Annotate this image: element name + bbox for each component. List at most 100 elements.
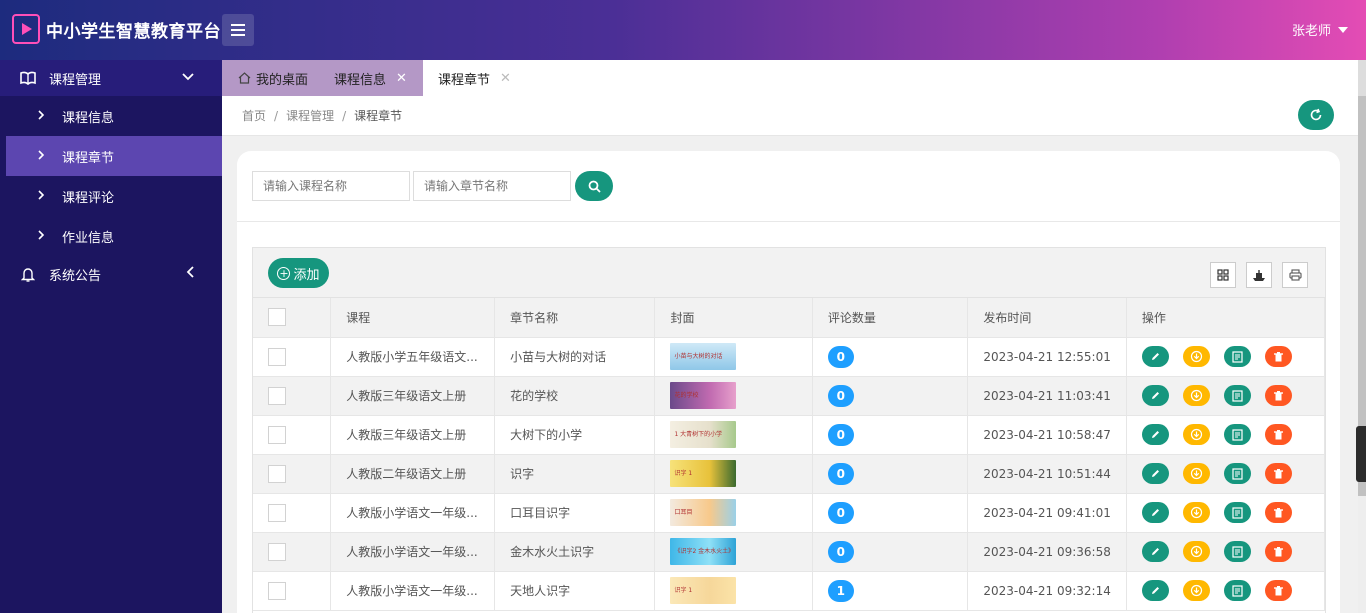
row-select-cell	[253, 454, 332, 494]
download-button[interactable]	[1182, 541, 1210, 562]
cover-thumbnail[interactable]: 《识字2 金木水火土》	[670, 538, 737, 565]
sidebar-group-course-management[interactable]: 课程管理	[0, 60, 222, 96]
trash-icon	[1273, 390, 1284, 402]
cell-comments: 0	[812, 532, 969, 572]
side-panel-handle[interactable]	[1356, 426, 1366, 482]
cell-comments: 0	[812, 415, 969, 455]
comment-count-badge: 0	[827, 423, 854, 446]
table-row[interactable]: 人教版三年级语文上册 大树下的小学 1 大青树下的小学 0 2023-04-21…	[253, 415, 1326, 455]
delete-button[interactable]	[1264, 580, 1292, 601]
menu-toggle-button[interactable]	[222, 14, 254, 46]
sidebar-item-course-chapter[interactable]: 课程章节	[6, 136, 222, 176]
cover-thumbnail[interactable]: 识字 1	[670, 577, 737, 604]
table-row[interactable]: 人教版二年级语文上册 识字 识字 1 0 2023-04-21 10:51:44	[253, 454, 1326, 494]
delete-button[interactable]	[1264, 424, 1292, 445]
export-button[interactable]	[1246, 262, 1272, 288]
cover-thumbnail[interactable]: 小苗与大树的对话	[670, 343, 737, 370]
select-all-checkbox[interactable]	[268, 308, 286, 327]
cover-thumbnail[interactable]: 1 大青树下的小学	[670, 421, 737, 448]
detail-button[interactable]	[1223, 580, 1251, 601]
user-menu[interactable]: 张老师	[1292, 20, 1348, 39]
cell-actions	[1126, 376, 1326, 416]
delete-button[interactable]	[1264, 463, 1292, 484]
content-card: + 添加	[237, 151, 1340, 613]
close-icon[interactable]: ✕	[396, 71, 407, 86]
tab-label: 课程信息	[334, 72, 387, 88]
edit-button[interactable]	[1141, 463, 1169, 484]
columns-filter-button[interactable]	[1210, 262, 1236, 288]
table-row[interactable]: 人教版小学五年级语文... 小苗与大树的对话 小苗与大树的对话 0 2023-0…	[253, 337, 1326, 377]
column-header-chapter[interactable]: 章节名称	[494, 298, 656, 338]
breadcrumb-home[interactable]: 首页	[242, 109, 266, 123]
logo[interactable]: 中小学生智慧教育平台	[12, 14, 221, 44]
cell-published: 2023-04-21 09:36:58	[967, 532, 1127, 572]
column-header-comments[interactable]: 评论数量	[812, 298, 969, 338]
page-scrollbar[interactable]	[1358, 96, 1366, 613]
delete-button[interactable]	[1264, 541, 1292, 562]
download-button[interactable]	[1182, 346, 1210, 367]
tab-my-desktop[interactable]: 我的桌面	[238, 60, 308, 96]
detail-button[interactable]	[1223, 502, 1251, 523]
cell-course: 人教版小学语文一年级...	[330, 532, 496, 572]
cover-thumbnail[interactable]: 口耳目	[670, 499, 737, 526]
table-row[interactable]: 人教版小学语文一年级... 口耳目识字 口耳目 0 2023-04-21 09:…	[253, 493, 1326, 533]
chapter-name-search-input[interactable]	[413, 171, 571, 201]
detail-button[interactable]	[1223, 541, 1251, 562]
edit-button[interactable]	[1141, 502, 1169, 523]
table-row[interactable]: 人教版小学语文一年级... 金木水火土识字 《识字2 金木水火土》 0 2023…	[253, 532, 1326, 572]
cell-chapter: 金木水火土识字	[494, 532, 656, 572]
tab-course-info[interactable]: 课程信息 ✕	[334, 60, 407, 96]
delete-button[interactable]	[1264, 502, 1292, 523]
course-name-search-input[interactable]	[252, 171, 410, 201]
tabbar-scrollbar[interactable]	[1358, 60, 1366, 96]
search-icon	[588, 180, 601, 193]
row-checkbox[interactable]	[268, 386, 286, 405]
detail-button[interactable]	[1223, 424, 1251, 445]
delete-button[interactable]	[1264, 385, 1292, 406]
column-header-cover[interactable]: 封面	[654, 298, 813, 338]
add-button[interactable]: + 添加	[268, 258, 329, 288]
sidebar-item-homework[interactable]: 作业信息	[0, 216, 222, 256]
download-button[interactable]	[1182, 463, 1210, 484]
breadcrumb-current: 课程章节	[354, 109, 403, 123]
row-checkbox[interactable]	[268, 347, 286, 366]
download-button[interactable]	[1182, 424, 1210, 445]
refresh-button[interactable]	[1298, 100, 1334, 130]
delete-button[interactable]	[1264, 346, 1292, 367]
tab-course-chapter[interactable]: 课程章节 ✕	[423, 60, 528, 96]
row-checkbox[interactable]	[268, 503, 286, 522]
row-checkbox[interactable]	[268, 464, 286, 483]
plus-circle-icon: +	[277, 266, 291, 280]
detail-button[interactable]	[1223, 346, 1251, 367]
row-checkbox[interactable]	[268, 425, 286, 444]
edit-button[interactable]	[1141, 346, 1169, 367]
close-icon[interactable]: ✕	[500, 71, 511, 86]
detail-button[interactable]	[1223, 385, 1251, 406]
table-row[interactable]: 人教版小学语文一年级... 天地人识字 识字 1 1 2023-04-21 09…	[253, 571, 1326, 611]
print-button[interactable]	[1282, 262, 1308, 288]
download-button[interactable]	[1182, 580, 1210, 601]
download-button[interactable]	[1182, 502, 1210, 523]
column-header-published[interactable]: 发布时间	[967, 298, 1127, 338]
table-row[interactable]: 人教版三年级语文上册 花的学校 花的学校 0 2023-04-21 11:03:…	[253, 376, 1326, 416]
edit-button[interactable]	[1141, 580, 1169, 601]
sidebar-item-course-info[interactable]: 课程信息	[0, 96, 222, 136]
detail-button[interactable]	[1223, 463, 1251, 484]
cover-caption: 《识字2 金木水火土》	[674, 548, 733, 555]
download-button[interactable]	[1182, 385, 1210, 406]
sidebar-item-course-comments[interactable]: 课程评论	[0, 176, 222, 216]
edit-button[interactable]	[1141, 385, 1169, 406]
row-checkbox[interactable]	[268, 542, 286, 561]
edit-button[interactable]	[1141, 424, 1169, 445]
breadcrumb-section[interactable]: 课程管理	[286, 109, 334, 123]
cover-thumbnail[interactable]: 识字 1	[670, 460, 737, 487]
row-checkbox[interactable]	[268, 581, 286, 600]
comment-count-badge: 1	[827, 579, 854, 602]
search-button[interactable]	[575, 171, 613, 201]
chevron-right-icon	[38, 109, 48, 123]
cover-thumbnail[interactable]: 花的学校	[670, 382, 737, 409]
column-header-course[interactable]: 课程	[330, 298, 496, 338]
edit-button[interactable]	[1141, 541, 1169, 562]
sidebar-group-announcements[interactable]: 系统公告	[0, 256, 222, 292]
row-select-cell	[253, 571, 332, 611]
